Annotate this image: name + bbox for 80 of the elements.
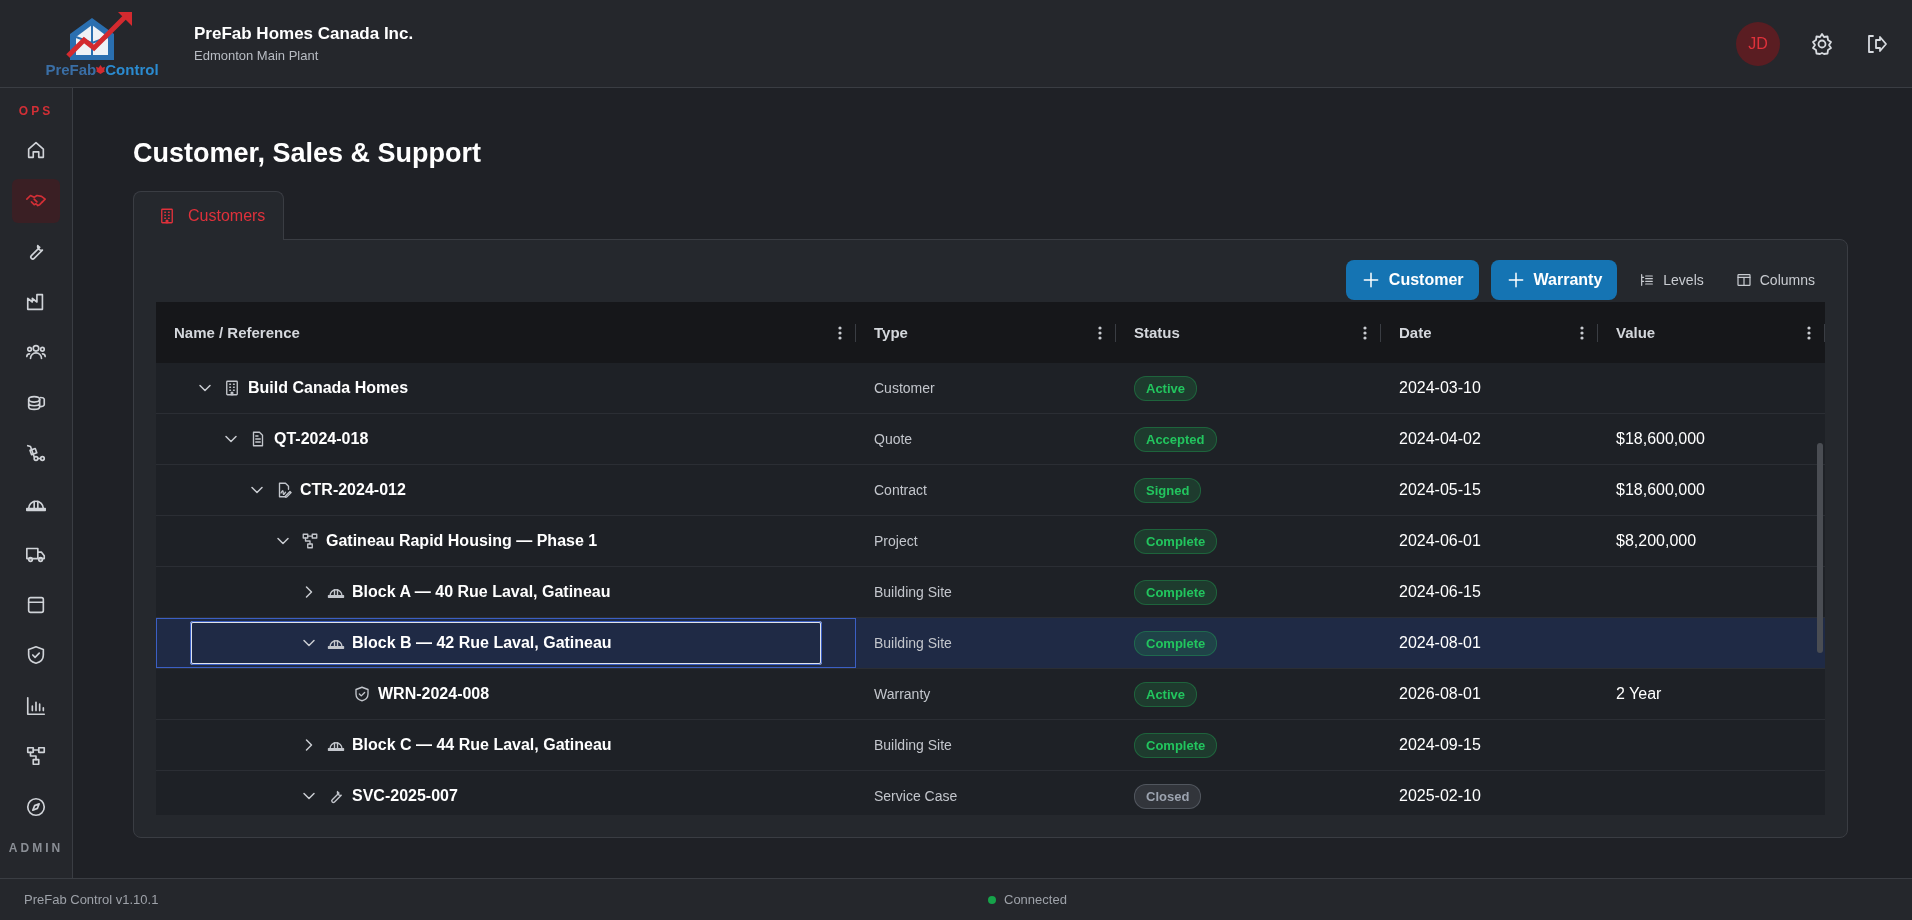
table-cell: Service Case bbox=[874, 788, 958, 804]
shield-check-icon bbox=[353, 685, 371, 703]
status-badge: Complete bbox=[1134, 630, 1218, 656]
hierarchy-icon bbox=[301, 532, 319, 550]
table-cell: Quote bbox=[874, 431, 913, 447]
compass-icon bbox=[25, 795, 47, 818]
more-options-icon[interactable] bbox=[1807, 325, 1811, 340]
table-cell: 2 Year bbox=[1616, 685, 1662, 703]
status-badge: Active bbox=[1134, 681, 1198, 707]
logo-text: PreFab bbox=[45, 61, 97, 78]
table-cell: $18,600,000 bbox=[1616, 481, 1705, 499]
table-row[interactable]: Block B — 42 Rue Laval, Gatineau Building Site Complete 2024-08-01 bbox=[156, 618, 1825, 669]
table-cell: Gatineau Rapid Housing — Phase 1 bbox=[326, 532, 598, 550]
columns-icon bbox=[1735, 272, 1752, 288]
more-options-icon[interactable] bbox=[1098, 325, 1102, 340]
logo-text: Control bbox=[105, 61, 159, 78]
table-cell: 2024-04-02 bbox=[1399, 430, 1481, 448]
status-badge: Active bbox=[1134, 375, 1198, 401]
column-header[interactable]: Date bbox=[1399, 324, 1432, 341]
table-cell: $18,600,000 bbox=[1616, 430, 1705, 448]
building-icon bbox=[158, 207, 176, 225]
table-cell: 2024-09-15 bbox=[1399, 736, 1481, 754]
table-cell: $8,200,000 bbox=[1616, 532, 1697, 550]
status-badge: Accepted bbox=[1134, 426, 1217, 452]
table-cell: Contract bbox=[874, 482, 927, 498]
status-badge: Closed bbox=[1134, 783, 1202, 809]
table-cell: 2024-03-10 bbox=[1399, 379, 1481, 397]
connection-status: Connected bbox=[1004, 892, 1067, 907]
column-header[interactable]: Status bbox=[1134, 324, 1180, 341]
status-dot bbox=[988, 895, 996, 904]
section-label: ADMIN bbox=[8, 841, 64, 855]
table-cell: 2024-08-01 bbox=[1399, 634, 1481, 652]
add-button[interactable]: Customer bbox=[1345, 260, 1479, 300]
table-cell: 2025-02-10 bbox=[1399, 787, 1481, 805]
dolly-icon bbox=[25, 442, 47, 464]
settings-icon bbox=[1810, 31, 1834, 56]
table-cell: Building Site bbox=[874, 584, 952, 600]
status-badge: Complete bbox=[1134, 732, 1218, 758]
bar-chart-icon bbox=[25, 694, 47, 717]
table-cell: SVC-2025-007 bbox=[352, 787, 458, 805]
version-text: PreFab Control v1.10.1 bbox=[24, 892, 159, 907]
status-badge: Complete bbox=[1134, 528, 1218, 554]
table-cell: Block B — 42 Rue Laval, Gatineau bbox=[352, 634, 612, 652]
more-options-icon[interactable] bbox=[1363, 325, 1367, 340]
more-options-icon[interactable] bbox=[838, 325, 842, 340]
table-cell: Warranty bbox=[874, 686, 931, 702]
more-options-icon[interactable] bbox=[1580, 325, 1584, 340]
table-cell: Building Site bbox=[874, 737, 952, 753]
section-label: OPS bbox=[18, 104, 54, 118]
list-tree-icon bbox=[1639, 272, 1656, 288]
table-cell: CTR-2024-012 bbox=[300, 481, 406, 499]
plant-name: Edmonton Main Plant bbox=[194, 48, 320, 63]
table-cell: WRN-2024-008 bbox=[378, 685, 490, 703]
table-cell: Customer bbox=[874, 380, 935, 396]
table-cell: Project bbox=[874, 533, 918, 549]
column-header[interactable]: Type bbox=[874, 324, 908, 341]
table-cell: Block C — 44 Rue Laval, Gatineau bbox=[352, 736, 612, 754]
column-header[interactable]: Value bbox=[1616, 324, 1656, 341]
table-cell: Building Site bbox=[874, 635, 952, 651]
status-badge: Signed bbox=[1134, 477, 1202, 503]
shield-check-icon bbox=[25, 644, 47, 666]
column-header[interactable]: Name / Reference bbox=[174, 324, 300, 341]
table-cell: QT-2024-018 bbox=[274, 430, 369, 448]
company-name: PreFab Homes Canada Inc. bbox=[194, 24, 414, 44]
table-cell: Build Canada Homes bbox=[248, 379, 409, 397]
table-cell: 2024-06-01 bbox=[1399, 532, 1481, 550]
leaf-icon bbox=[96, 65, 106, 74]
home-icon bbox=[25, 139, 47, 161]
table-cell: Block A — 40 Rue Laval, Gatineau bbox=[352, 583, 611, 601]
table-cell: 2024-06-15 bbox=[1399, 583, 1481, 601]
table-cell: 2026-08-01 bbox=[1399, 685, 1481, 703]
page-title: Customer, Sales & Support bbox=[133, 138, 483, 169]
scrollbar[interactable] bbox=[1817, 443, 1823, 653]
building-icon bbox=[223, 379, 241, 397]
add-button[interactable]: Warranty bbox=[1490, 260, 1618, 300]
hierarchy-icon bbox=[25, 745, 47, 767]
status-badge: Complete bbox=[1134, 579, 1218, 605]
levels-button[interactable]: Levels bbox=[1629, 260, 1714, 300]
table-cell: 2024-05-15 bbox=[1399, 481, 1481, 499]
columns-button[interactable]: Columns bbox=[1725, 260, 1825, 300]
